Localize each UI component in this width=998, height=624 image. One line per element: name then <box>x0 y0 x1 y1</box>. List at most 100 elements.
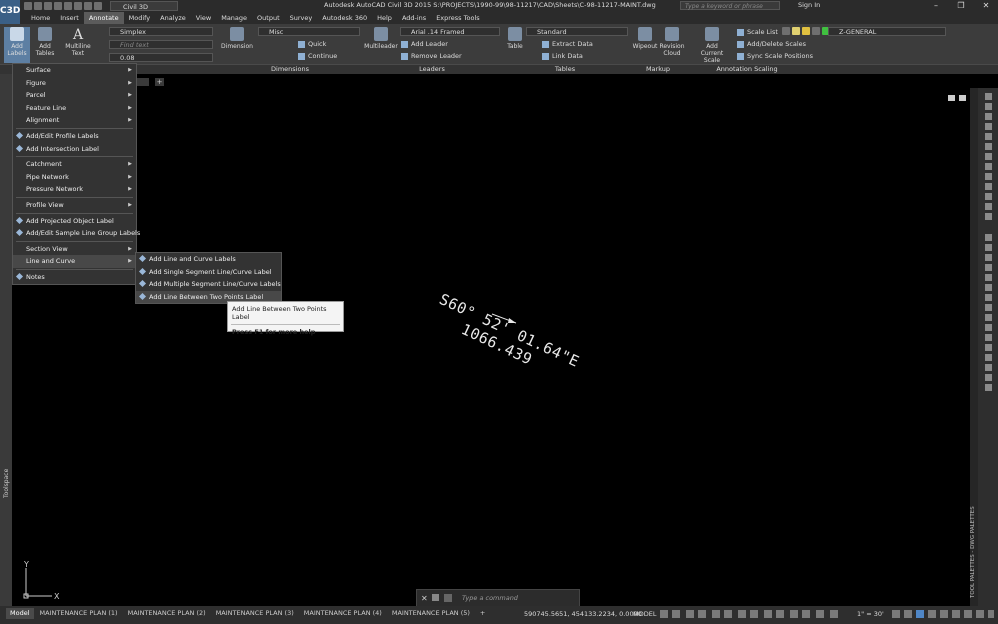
dynamic-ucs-icon[interactable] <box>802 610 810 618</box>
revision-cloud-button[interactable]: Revision Cloud <box>658 27 686 63</box>
close-command-icon[interactable]: ✕ <box>421 594 428 603</box>
close-button[interactable]: ✕ <box>974 0 998 12</box>
layout-tab-maintenance-plan-4-[interactable]: MAINTENANCE PLAN (4) <box>300 608 386 619</box>
dimensions-panel-label[interactable]: Dimensions <box>220 65 360 73</box>
workspace-switcher[interactable]: Civil 3D <box>110 1 178 11</box>
leader-style-select[interactable]: Arial .14 Framed <box>400 27 500 36</box>
rectangle-icon[interactable] <box>985 123 992 130</box>
command-input[interactable]: Type a command <box>462 594 518 602</box>
extend-icon[interactable] <box>985 334 992 341</box>
hatch-icon[interactable] <box>985 193 992 200</box>
share-icon[interactable] <box>94 2 102 10</box>
toolspace-bar[interactable] <box>0 74 12 606</box>
open-icon[interactable] <box>34 2 42 10</box>
lock-ui-icon[interactable] <box>940 610 948 618</box>
command-settings-icon[interactable] <box>432 594 439 601</box>
menu-item-section-view[interactable]: Section View ▶ <box>13 243 136 256</box>
tab-insert[interactable]: Insert <box>55 12 84 24</box>
menu-item-profile-view[interactable]: Profile View ▶ <box>13 199 136 212</box>
text-height-input[interactable]: 0.08 <box>109 53 213 62</box>
rotate-icon[interactable] <box>985 294 992 301</box>
layout-tab-maintenance-plan-1-[interactable]: MAINTENANCE PLAN (1) <box>36 608 122 619</box>
add-current-scale-button[interactable]: Add Current Scale <box>692 27 732 64</box>
tab-add-ins[interactable]: Add-ins <box>397 12 431 24</box>
customization-menu-icon[interactable] <box>988 610 994 618</box>
save-icon[interactable] <box>44 2 52 10</box>
tab-modify[interactable]: Modify <box>124 12 156 24</box>
hardware-acceleration-icon[interactable] <box>964 610 972 618</box>
find-text-input[interactable]: Find text <box>109 40 213 49</box>
help-search-input[interactable]: Type a keyword or phrase <box>680 1 780 10</box>
toolspace-label[interactable]: Toolspace <box>3 468 11 498</box>
auto-scale-icon[interactable] <box>830 610 838 618</box>
add-leader-button[interactable]: Add Leader <box>401 40 448 48</box>
dimension-style-select[interactable]: Misc <box>258 27 360 36</box>
menu-item-notes[interactable]: Notes <box>13 271 136 284</box>
insert-block-icon[interactable] <box>985 173 992 180</box>
add-tables-button[interactable]: Add Tables <box>32 27 58 63</box>
menu-item-add-edit-sample-line-group-labels[interactable]: Add/Edit Sample Line Group Labels <box>13 227 140 240</box>
new-icon[interactable] <box>24 2 32 10</box>
submenu-item-add-multiple-segment-line-curve-labels[interactable]: Add Multiple Segment Line/Curve Labels <box>136 278 281 291</box>
text-style-select[interactable]: Simplex <box>109 27 213 36</box>
leaders-panel-label[interactable]: Leaders <box>364 65 500 73</box>
copy-icon[interactable] <box>985 244 992 251</box>
file-tab[interactable] <box>137 78 149 86</box>
ellipse-icon[interactable] <box>985 163 992 170</box>
redo-icon[interactable] <box>84 2 92 10</box>
chamfer-icon[interactable] <box>985 364 992 371</box>
menu-item-pressure-network[interactable]: Pressure Network ▶ <box>13 183 136 196</box>
stretch-icon[interactable] <box>985 314 992 321</box>
wipeout-button[interactable]: Wipeout <box>632 27 658 63</box>
multileader-button[interactable]: Multileader <box>364 27 398 63</box>
extract-data-button[interactable]: Extract Data <box>542 40 593 48</box>
lineweight-icon[interactable] <box>750 610 758 618</box>
tab-survey[interactable]: Survey <box>285 12 318 24</box>
layout-tab-model[interactable]: Model <box>6 608 34 619</box>
sign-in-button[interactable]: Sign In <box>798 1 820 9</box>
polar-icon[interactable] <box>698 610 706 618</box>
quick-properties-icon[interactable] <box>928 610 936 618</box>
tables-panel-label[interactable]: Tables <box>505 65 625 73</box>
scale-tool-icon[interactable] <box>985 304 992 311</box>
snap-icon[interactable] <box>672 610 680 618</box>
submenu-item-add-single-segment-line-curve-label[interactable]: Add Single Segment Line/Curve Label <box>136 266 281 279</box>
lightbulb-icon[interactable] <box>792 27 800 35</box>
layout-tab-maintenance-plan-5-[interactable]: MAINTENANCE PLAN (5) <box>388 608 474 619</box>
break-icon[interactable] <box>985 344 992 351</box>
tab-analyze[interactable]: Analyze <box>155 12 191 24</box>
polygon-icon[interactable] <box>985 113 992 120</box>
menu-item-figure[interactable]: Figure ▶ <box>13 77 136 90</box>
menu-item-add-intersection-label[interactable]: Add Intersection Label <box>13 143 136 156</box>
layer-properties-icon[interactable] <box>782 27 790 35</box>
region-icon[interactable] <box>985 203 992 210</box>
annotation-scale-select[interactable]: 1" = 30' <box>857 610 884 618</box>
menu-item-catchment[interactable]: Catchment ▶ <box>13 158 136 171</box>
save-as-icon[interactable] <box>54 2 62 10</box>
isolate-objects-icon[interactable] <box>952 610 960 618</box>
tab-help[interactable]: Help <box>372 12 397 24</box>
menu-item-add-edit-profile-labels[interactable]: Add/Edit Profile Labels <box>13 130 136 143</box>
multiline-text-button[interactable]: A Multiline Text <box>62 27 94 63</box>
explode-icon[interactable] <box>985 384 992 391</box>
tab-annotate[interactable]: Annotate <box>83 12 124 24</box>
circle-icon[interactable] <box>985 143 992 150</box>
annotation-monitor-icon[interactable] <box>904 610 912 618</box>
submenu-item-add-line-and-curve-labels[interactable]: Add Line and Curve Labels <box>136 253 281 266</box>
tab-express-tools[interactable]: Express Tools <box>431 12 484 24</box>
continue-dimension-button[interactable]: Continue <box>298 52 337 60</box>
tab-output[interactable]: Output <box>252 12 285 24</box>
spline-icon[interactable] <box>985 153 992 160</box>
object-snap-icon[interactable] <box>738 610 746 618</box>
quick-dimension-button[interactable]: Quick <box>298 40 326 48</box>
menu-item-feature-line[interactable]: Feature Line ▶ <box>13 102 136 115</box>
sun-icon[interactable] <box>802 27 810 35</box>
mtext-icon[interactable] <box>985 213 992 220</box>
trim-icon[interactable] <box>985 324 992 331</box>
new-layout-icon[interactable]: + <box>476 608 489 619</box>
tool-palettes-label[interactable]: TOOL PALETTES - DWG PALETTES <box>970 498 978 598</box>
link-data-button[interactable]: Link Data <box>542 52 583 60</box>
line-icon[interactable] <box>985 93 992 100</box>
fillet-icon[interactable] <box>985 374 992 381</box>
table-button[interactable]: Table <box>505 27 525 63</box>
